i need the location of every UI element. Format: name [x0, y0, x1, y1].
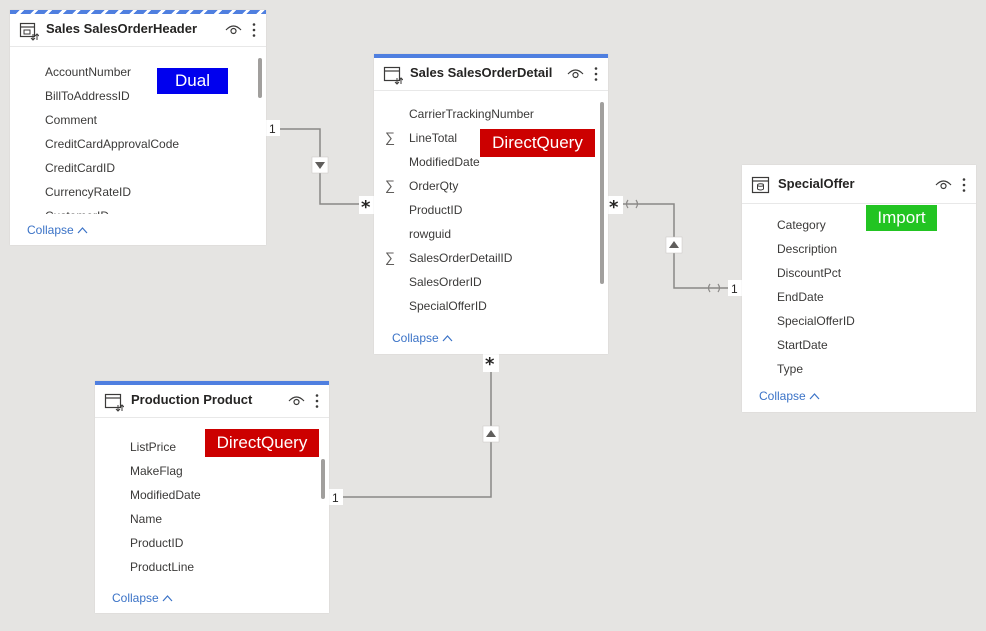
- relationship-product-detail[interactable]: [329, 354, 492, 498]
- table-card-specialoffer[interactable]: SpecialOffer Category Description Discou…: [742, 165, 976, 412]
- eye-icon[interactable]: [567, 68, 584, 80]
- storage-mode-badge: Import: [866, 205, 937, 231]
- filter-direction-icon: [311, 156, 329, 174]
- collapse-button[interactable]: Collapse: [112, 591, 173, 605]
- table-title: SpecialOffer: [778, 176, 855, 191]
- table-header[interactable]: SpecialOffer: [742, 165, 976, 204]
- collapse-button[interactable]: Collapse: [392, 331, 453, 345]
- chevron-up-icon: [809, 393, 820, 400]
- table-card-salesorderheader[interactable]: Sales SalesOrderHeader AccountNumber Bil…: [10, 10, 266, 245]
- table-icon: [383, 66, 403, 85]
- cardinality-one: 1: [332, 491, 339, 505]
- storage-mode-badge: DirectQuery: [205, 429, 319, 457]
- chevron-up-icon: [77, 227, 88, 234]
- more-vertical-icon[interactable]: [314, 393, 320, 409]
- scrollbar[interactable]: [321, 459, 325, 499]
- chevron-up-icon: [442, 335, 453, 342]
- more-vertical-icon[interactable]: [593, 66, 599, 82]
- cardinality-one: 1: [269, 122, 276, 136]
- table-card-production-product[interactable]: Production Product ListPrice MakeFlag Mo…: [95, 381, 329, 613]
- table-title: Sales SalesOrderHeader: [46, 21, 198, 36]
- table-header[interactable]: Production Product: [95, 385, 329, 418]
- table-icon: [104, 393, 124, 412]
- eye-icon[interactable]: [288, 395, 305, 407]
- table-header[interactable]: Sales SalesOrderHeader: [10, 14, 266, 47]
- sum-icon: ∑: [385, 129, 395, 145]
- field-list: ListPrice MakeFlag ModifiedDate Name Pro…: [130, 440, 201, 574]
- scrollbar[interactable]: [258, 58, 262, 98]
- collapse-button[interactable]: Collapse: [27, 223, 88, 237]
- filter-direction-icon: [482, 425, 500, 443]
- collapse-button[interactable]: Collapse: [759, 389, 820, 403]
- filter-direction-icon: [665, 236, 683, 254]
- scrollbar[interactable]: [600, 102, 604, 284]
- table-card-salesorderdetail[interactable]: Sales SalesOrderDetail CarrierTrackingNu…: [374, 54, 608, 354]
- cardinality-many: *: [485, 354, 495, 375]
- eye-icon[interactable]: [225, 24, 242, 36]
- eye-icon[interactable]: [935, 179, 952, 191]
- table-header[interactable]: Sales SalesOrderDetail: [374, 58, 608, 91]
- storage-mode-badge: DirectQuery: [480, 129, 595, 157]
- more-vertical-icon[interactable]: [961, 177, 967, 193]
- table-title: Production Product: [131, 392, 253, 407]
- chevron-up-icon: [162, 595, 173, 602]
- sum-icon: ∑: [385, 177, 395, 193]
- more-vertical-icon[interactable]: [251, 22, 257, 38]
- storage-mode-badge: Dual: [157, 68, 228, 94]
- field-list: Category Description DiscountPct EndDate…: [777, 218, 855, 376]
- table-icon: [19, 22, 39, 41]
- sum-icon: ∑: [385, 249, 395, 265]
- cardinality-many: *: [361, 197, 371, 218]
- cardinality-many: *: [609, 197, 619, 218]
- table-icon: [751, 176, 770, 194]
- table-title: Sales SalesOrderDetail: [410, 65, 553, 80]
- cardinality-one: 1: [731, 282, 738, 296]
